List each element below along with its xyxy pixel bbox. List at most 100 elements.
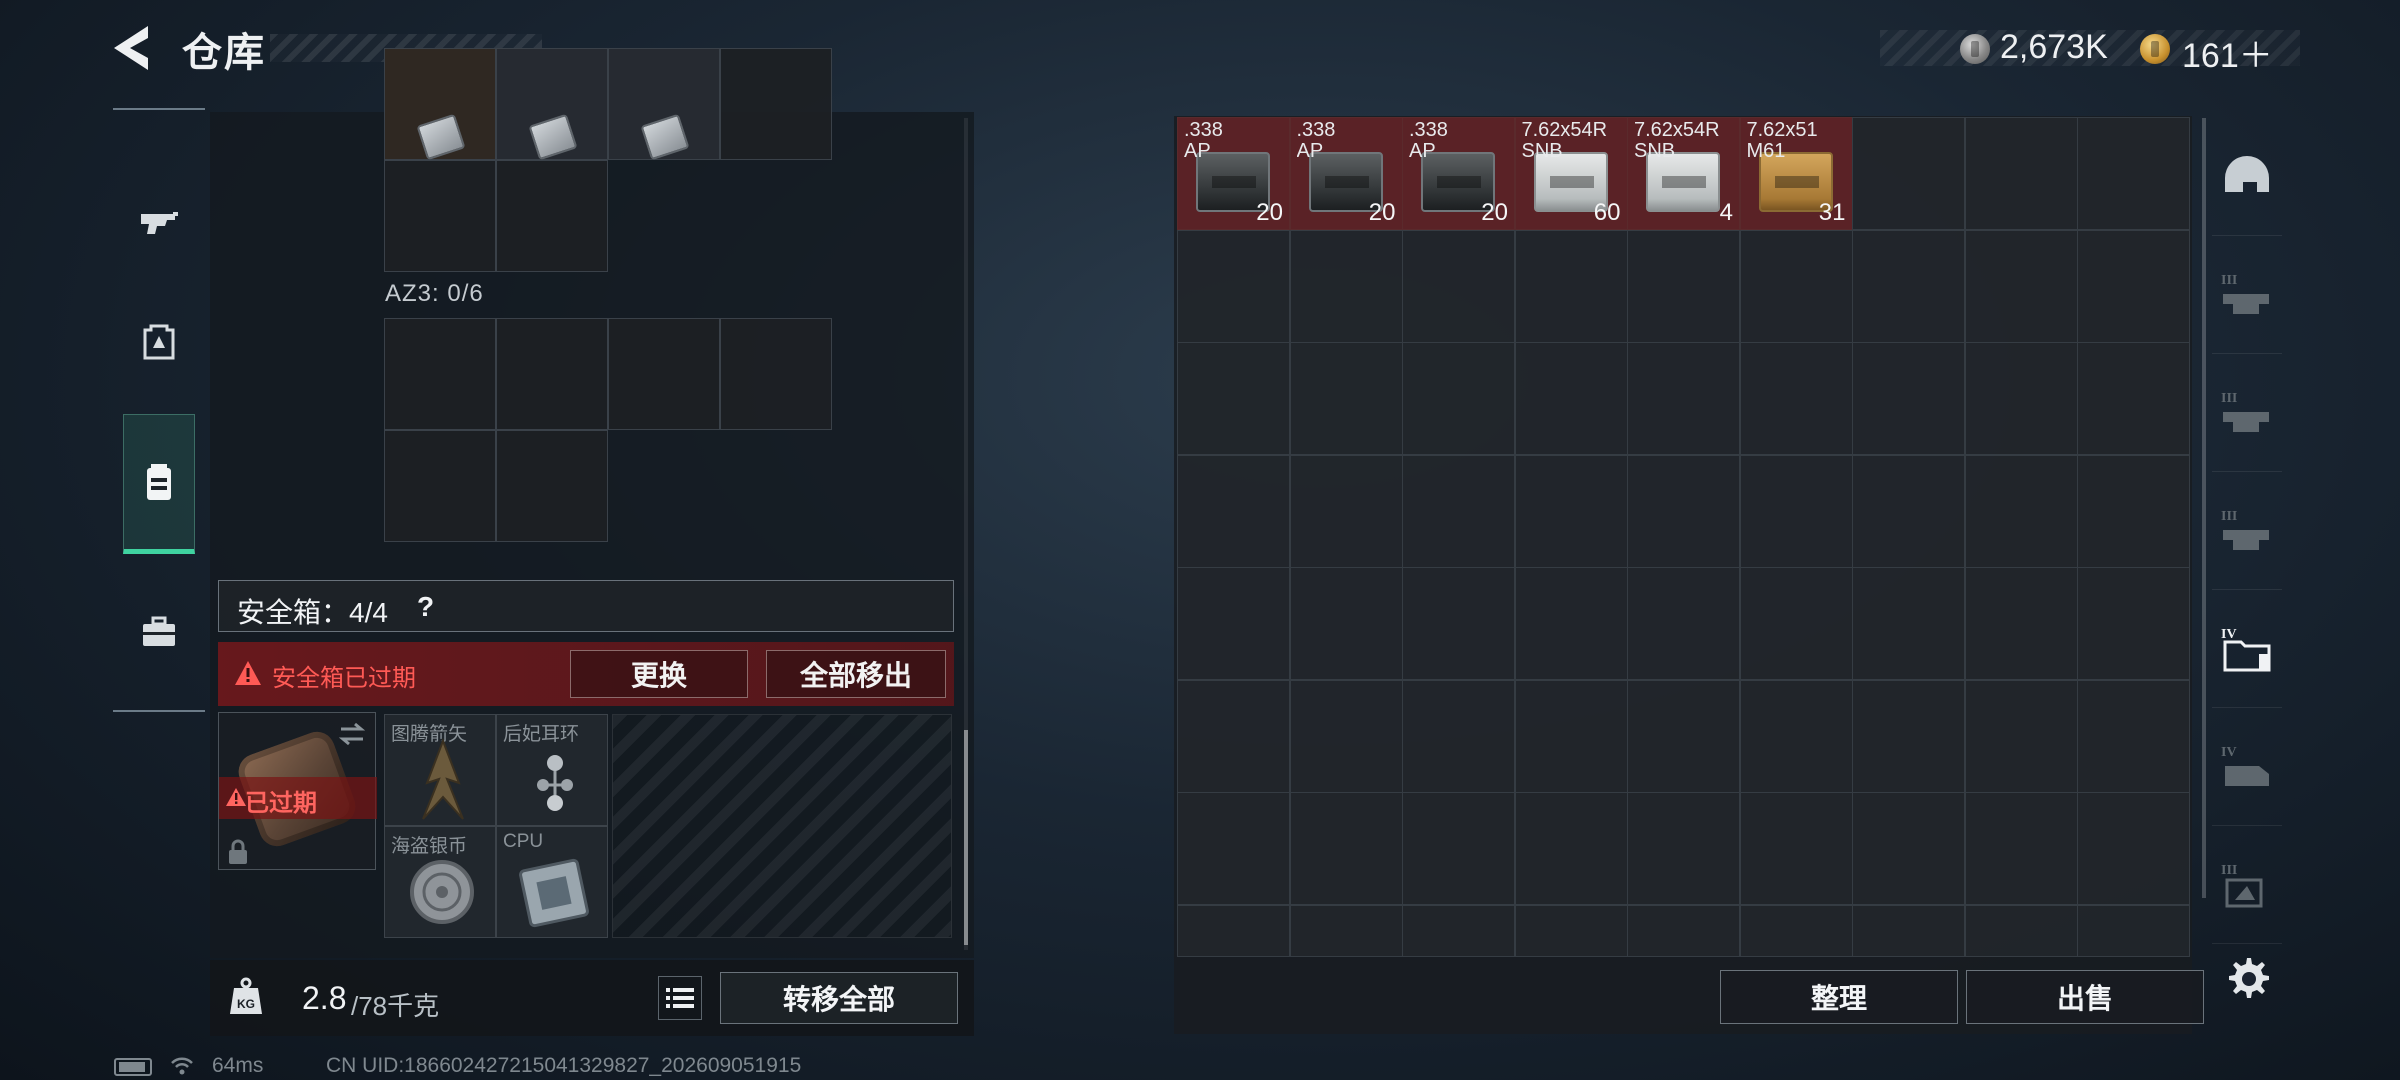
grid-cell[interactable] (496, 430, 608, 542)
storage-cell[interactable] (1402, 454, 1515, 568)
storage-cell[interactable] (2077, 679, 2190, 793)
storage-scrollbar[interactable] (2202, 118, 2206, 898)
storage-cell[interactable] (1852, 454, 1965, 568)
storage-cell[interactable] (1852, 342, 1965, 455)
storage-cell[interactable] (2077, 904, 2190, 957)
storage-cell[interactable] (1402, 342, 1515, 455)
storage-cell[interactable] (1402, 679, 1515, 793)
storage-cell[interactable] (1402, 904, 1515, 957)
storage-cell[interactable] (1964, 454, 2078, 568)
grid-cell[interactable] (384, 160, 496, 272)
container-scroll-thumb[interactable] (964, 730, 968, 945)
grid-cell[interactable] (608, 318, 720, 430)
safe-box-slot[interactable]: 已过期 (218, 712, 377, 870)
storage-cell[interactable] (1177, 567, 1290, 680)
swap-icon[interactable] (337, 721, 367, 747)
storage-cell[interactable] (1627, 229, 1740, 343)
storage-cell[interactable] (1852, 229, 1965, 343)
storage-cell[interactable] (1627, 454, 1740, 568)
storage-cell[interactable] (1289, 792, 1403, 905)
tab-armor-iii-4[interactable]: III (2212, 826, 2282, 944)
tab-armor-iii-1[interactable]: III (2212, 236, 2282, 354)
back-button[interactable] (108, 22, 154, 74)
ammo-item[interactable]: .338 AP 20 (1289, 117, 1403, 230)
storage-cell[interactable] (1177, 229, 1290, 343)
ammo-item[interactable]: 7.62x54R SNB 4 (1627, 117, 1740, 230)
grid-cell[interactable] (384, 318, 496, 430)
gold-amount[interactable]: 161＋ (2182, 28, 2273, 77)
storage-cell[interactable] (1514, 229, 1628, 343)
nav-backpack[interactable] (113, 272, 205, 412)
settings-button[interactable] (2222, 952, 2272, 1002)
storage-cell[interactable] (1964, 117, 2078, 230)
storage-cell[interactable] (1514, 342, 1628, 455)
nav-safe-case[interactable] (123, 414, 195, 554)
nav-toolbox[interactable] (113, 562, 205, 702)
safe-slot-cpu[interactable]: CPU (496, 826, 608, 938)
storage-cell[interactable] (1514, 679, 1628, 793)
ammo-item[interactable]: 7.62x51 M61 31 (1739, 117, 1853, 230)
tab-case-iv-2[interactable]: IV (2212, 708, 2282, 826)
grid-cell[interactable] (496, 318, 608, 430)
storage-cell[interactable] (1964, 229, 2078, 343)
sort-button[interactable]: 整理 (1720, 970, 1958, 1024)
storage-cell[interactable] (1739, 904, 1853, 957)
storage-cell[interactable] (1852, 117, 1965, 230)
storage-cell[interactable] (1177, 342, 1290, 455)
storage-cell[interactable] (1177, 792, 1290, 905)
storage-cell[interactable] (1514, 567, 1628, 680)
storage-cell[interactable] (2077, 567, 2190, 680)
grid-cell[interactable] (720, 318, 832, 430)
move-all-out-button[interactable]: 全部移出 (766, 650, 946, 698)
ammo-item[interactable]: .338 AP 20 (1402, 117, 1515, 230)
storage-cell[interactable] (1514, 454, 1628, 568)
storage-cell[interactable] (1514, 904, 1628, 957)
storage-cell[interactable] (1627, 342, 1740, 455)
storage-cell[interactable] (1852, 904, 1965, 957)
storage-cell[interactable] (1177, 454, 1290, 568)
storage-cell[interactable] (1402, 567, 1515, 680)
storage-cell[interactable] (1402, 229, 1515, 343)
storage-cell[interactable] (1627, 679, 1740, 793)
storage-cell[interactable] (1852, 792, 1965, 905)
grid-cell[interactable] (384, 430, 496, 542)
storage-cell[interactable] (1964, 904, 2078, 957)
storage-cell[interactable] (2077, 454, 2190, 568)
storage-cell[interactable] (1402, 792, 1515, 905)
storage-cell[interactable] (1289, 904, 1403, 957)
storage-cell[interactable] (1739, 567, 1853, 680)
storage-cell[interactable] (1289, 229, 1403, 343)
storage-cell[interactable] (1514, 792, 1628, 905)
storage-cell[interactable] (1627, 567, 1740, 680)
storage-cell[interactable] (1289, 567, 1403, 680)
storage-cell[interactable] (1964, 342, 2078, 455)
replace-button[interactable]: 更换 (570, 650, 748, 698)
storage-cell[interactable] (1739, 454, 1853, 568)
storage-cell[interactable] (1852, 679, 1965, 793)
safe-slot-pirate-coin[interactable]: 海盗银币 (384, 826, 496, 938)
nav-weapon[interactable] (113, 152, 205, 292)
tab-case-iv-active[interactable]: IV (2212, 590, 2282, 708)
sell-button[interactable]: 出售 (1966, 970, 2204, 1024)
tab-armor-iii-3[interactable]: III (2212, 472, 2282, 590)
safe-slot-earring[interactable]: 后妃耳环 (496, 714, 608, 826)
storage-cell[interactable] (2077, 117, 2190, 230)
storage-cell[interactable] (1289, 342, 1403, 455)
help-button[interactable]: ? (417, 591, 434, 623)
ammo-item[interactable]: 7.62x54R SNB 60 (1514, 117, 1628, 230)
storage-cell[interactable] (1289, 454, 1403, 568)
storage-cell[interactable] (1964, 679, 2078, 793)
storage-cell[interactable] (1627, 904, 1740, 957)
storage-cell[interactable] (2077, 342, 2190, 455)
storage-cell[interactable] (1627, 792, 1740, 905)
storage-cell[interactable] (1177, 904, 1290, 957)
safe-slot-totem-arrow[interactable]: 图腾箭矢 (384, 714, 496, 826)
storage-cell[interactable] (1177, 679, 1290, 793)
storage-cell[interactable] (1739, 229, 1853, 343)
tab-helmet[interactable] (2212, 118, 2282, 236)
storage-cell[interactable] (1964, 792, 2078, 905)
storage-cell[interactable] (1739, 679, 1853, 793)
ammo-item[interactable]: .338 AP 20 (1177, 117, 1290, 230)
storage-cell[interactable] (1739, 792, 1853, 905)
list-view-button[interactable] (658, 976, 702, 1020)
